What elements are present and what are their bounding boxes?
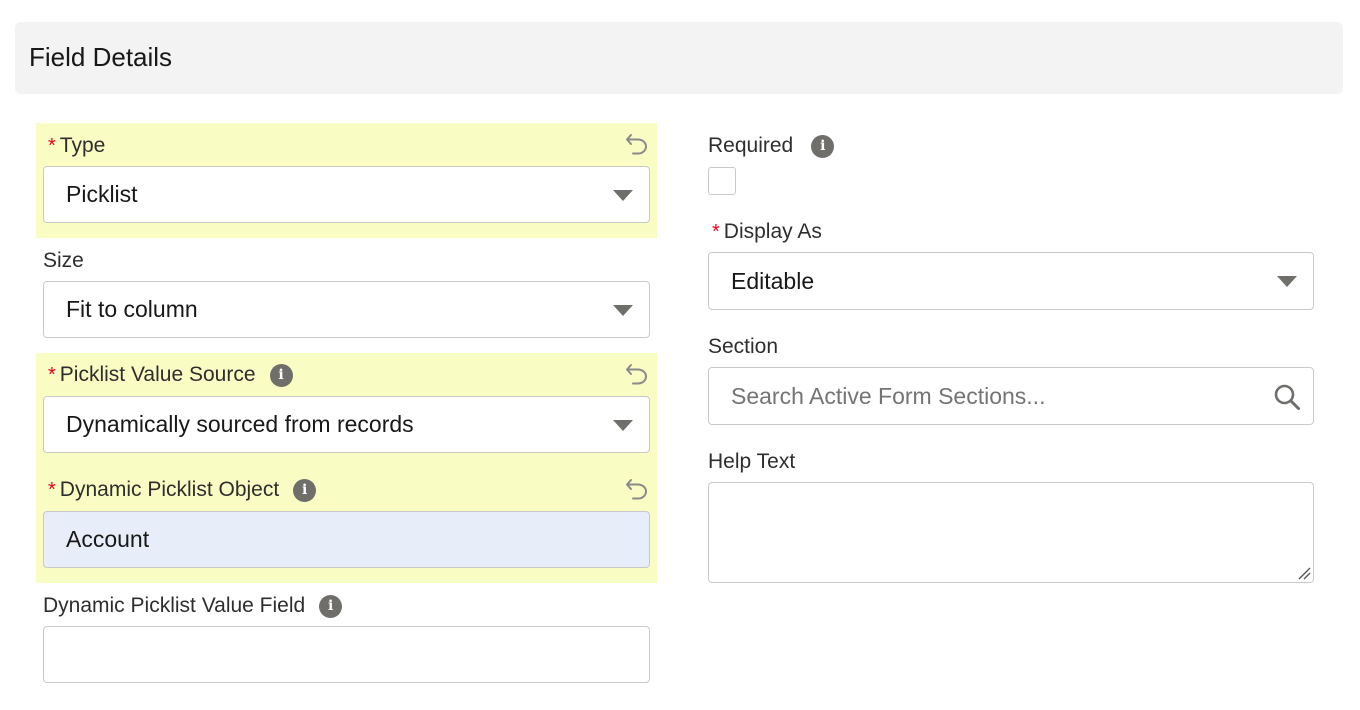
chevron-down-icon — [613, 304, 633, 316]
display-as-label-text: Display As — [723, 220, 822, 243]
section-header: Field Details — [15, 22, 1343, 94]
dynamic-object-value: Account — [66, 526, 150, 552]
picklist-source-value: Dynamically sourced from records — [66, 411, 414, 437]
required-label: Required i — [708, 134, 835, 158]
dynamic-value-field-input[interactable] — [43, 626, 650, 683]
info-icon[interactable]: i — [319, 594, 343, 618]
type-select[interactable]: Picklist — [43, 166, 650, 223]
info-icon[interactable]: i — [269, 363, 293, 387]
info-icon[interactable]: i — [811, 134, 835, 158]
undo-icon[interactable] — [624, 131, 650, 155]
resize-grip-icon[interactable] — [1297, 566, 1311, 580]
display-as-value: Editable — [731, 267, 815, 294]
size-select-value: Fit to column — [66, 296, 198, 322]
section-label: Section — [708, 335, 778, 359]
required-marker: * — [48, 134, 56, 157]
type-select-value: Picklist — [66, 181, 138, 207]
picklist-source-label-text: Picklist Value Source — [59, 363, 256, 386]
type-label: * Type — [48, 134, 105, 158]
type-label-text: Type — [59, 134, 106, 157]
dynamic-value-field-label-text: Dynamic Picklist Value Field — [43, 594, 306, 617]
required-marker: * — [48, 478, 56, 501]
chevron-down-icon — [613, 189, 633, 201]
required-checkbox[interactable] — [708, 167, 736, 195]
size-label-text: Size — [43, 249, 84, 272]
undo-icon[interactable] — [624, 476, 650, 500]
dynamic-object-label-text: Dynamic Picklist Object — [59, 478, 280, 501]
chevron-down-icon — [1277, 276, 1297, 287]
size-select[interactable]: Fit to column — [43, 281, 650, 338]
chevron-down-icon — [613, 419, 633, 431]
picklist-source-select[interactable]: Dynamically sourced from records — [43, 396, 650, 453]
search-icon[interactable] — [1273, 383, 1301, 411]
help-text-textarea[interactable] — [708, 482, 1314, 583]
dynamic-object-label: * Dynamic Picklist Object i — [48, 478, 317, 502]
display-as-label: * Display As — [712, 220, 822, 244]
section-label-text: Section — [708, 335, 779, 358]
display-as-select[interactable]: Editable — [708, 252, 1314, 310]
size-label: Size — [43, 249, 84, 273]
dynamic-value-field-label: Dynamic Picklist Value Field i — [43, 594, 343, 618]
help-text-label: Help Text — [708, 450, 795, 474]
info-icon[interactable]: i — [293, 478, 317, 502]
section-search-input[interactable] — [731, 368, 1251, 424]
section-title: Field Details — [29, 42, 173, 72]
picklist-source-label: * Picklist Value Source i — [48, 363, 293, 387]
required-label-text: Required — [708, 134, 794, 157]
undo-icon[interactable] — [624, 361, 650, 385]
required-marker: * — [712, 220, 720, 243]
help-text-label-text: Help Text — [708, 450, 796, 473]
dynamic-object-input[interactable]: Account — [43, 511, 650, 568]
required-marker: * — [48, 363, 56, 386]
section-search-box[interactable] — [708, 367, 1314, 425]
